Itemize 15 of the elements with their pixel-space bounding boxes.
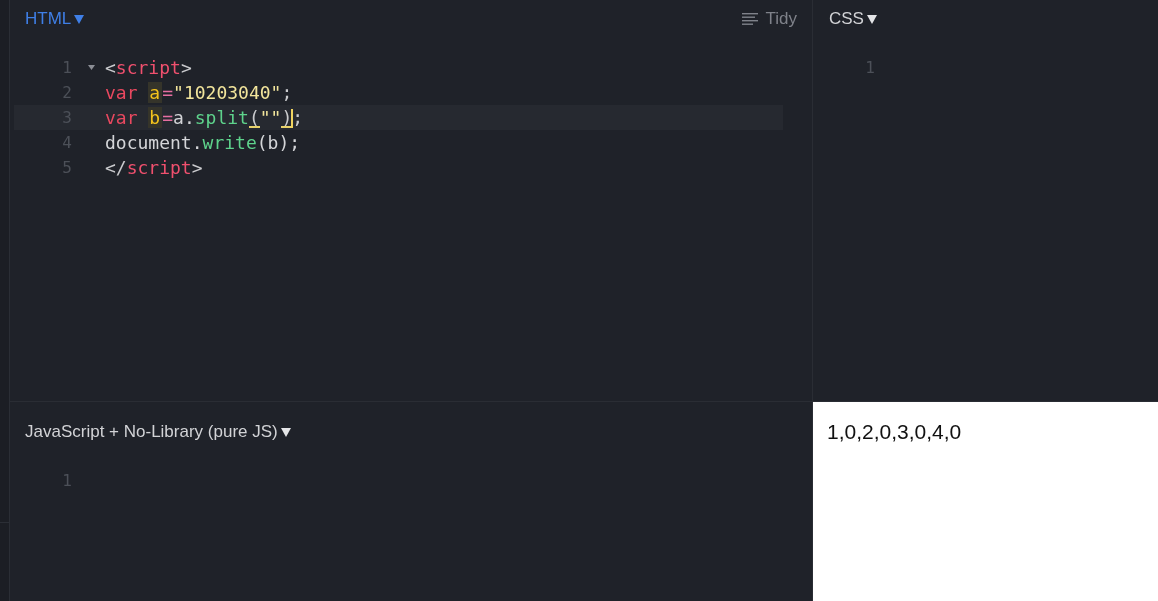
language-dropdown[interactable]: JavaScript + No-Library (pure JS)	[25, 422, 291, 442]
lines-icon	[741, 13, 758, 25]
code-line: document.write(b);	[105, 131, 301, 155]
language-dropdown[interactable]: CSS	[829, 9, 877, 29]
code-line: var a="10203040";	[105, 81, 293, 105]
tidy-button[interactable]: Tidy	[741, 9, 797, 29]
code-line: var b=a.split("");	[105, 106, 304, 130]
code-line: </script>	[105, 156, 203, 180]
fold-arrow-icon[interactable]	[88, 65, 95, 70]
code-line: <script>	[105, 56, 192, 80]
dropdown-caret-icon	[866, 14, 877, 24]
language-dropdown[interactable]: HTML	[25, 9, 85, 29]
dropdown-caret-icon	[280, 427, 291, 437]
dropdown-caret-icon	[74, 14, 85, 24]
output-text: 1,0,2,0,3,0,4,0	[827, 420, 962, 444]
